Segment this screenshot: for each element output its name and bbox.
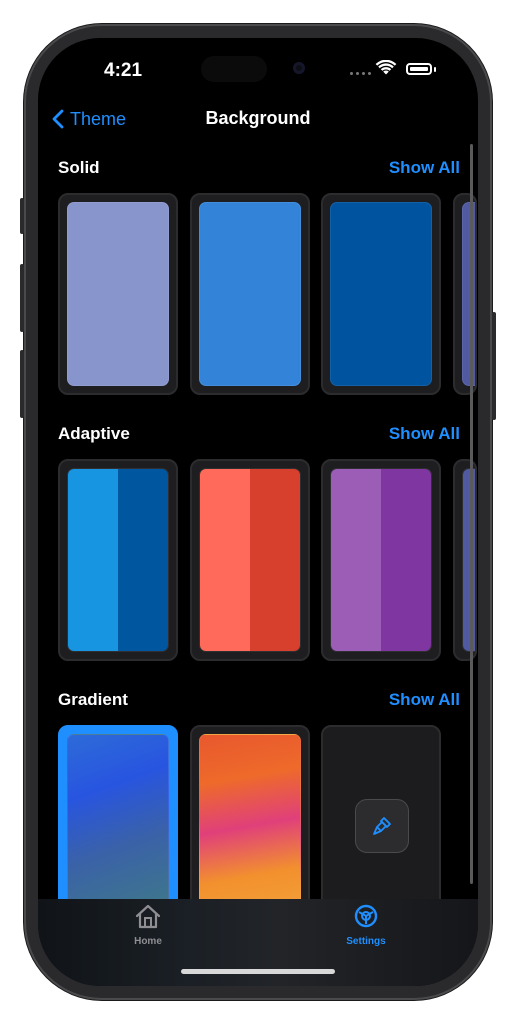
tab-settings[interactable]: Settings	[316, 903, 416, 947]
show-all-adaptive-button[interactable]: Show All	[389, 424, 460, 444]
solid-swatch	[67, 202, 169, 386]
adaptive-card-2[interactable]	[190, 459, 310, 661]
action-button	[20, 198, 24, 234]
camera-icon	[293, 62, 305, 74]
adaptive-card-1[interactable]	[58, 459, 178, 661]
gradient-card-1[interactable]	[58, 725, 178, 927]
gear-icon	[354, 904, 378, 928]
scroll-indicator[interactable]	[470, 144, 473, 884]
solid-card-4[interactable]	[453, 193, 477, 395]
battery-cap	[434, 67, 436, 72]
volume-down-button	[20, 350, 24, 418]
solid-card-1[interactable]	[58, 193, 178, 395]
volume-up-button	[20, 264, 24, 332]
tab-home[interactable]: Home	[98, 903, 198, 947]
adaptive-swatch	[330, 468, 432, 652]
adaptive-swatch	[67, 468, 169, 652]
signal-icon	[350, 72, 371, 75]
solid-swatch	[330, 202, 432, 386]
paintbrush-icon	[373, 817, 391, 835]
section-title-solid: Solid	[58, 158, 100, 177]
home-indicator[interactable]	[181, 969, 335, 974]
dynamic-island	[201, 56, 267, 82]
solid-card-2[interactable]	[190, 193, 310, 395]
show-all-gradient-button[interactable]: Show All	[389, 690, 460, 710]
battery-icon	[406, 63, 432, 75]
show-all-solid-button[interactable]: Show All	[389, 158, 460, 178]
adaptive-swatch	[199, 468, 301, 652]
solid-card-3[interactable]	[321, 193, 441, 395]
gradient-card-2[interactable]	[190, 725, 310, 927]
status-time: 4:21	[104, 60, 143, 81]
wifi-icon	[375, 60, 397, 75]
custom-gradient-card[interactable]	[321, 725, 441, 927]
screen: 4:21 Theme Background Solid Show All Ada…	[38, 38, 478, 986]
section-title-adaptive: Adaptive	[58, 424, 130, 443]
gradient-swatch-sunset	[199, 734, 301, 918]
adaptive-card-3[interactable]	[321, 459, 441, 661]
power-button	[492, 312, 496, 420]
section-title-gradient: Gradient	[58, 690, 128, 709]
adaptive-card-4[interactable]	[453, 459, 477, 661]
solid-swatch	[199, 202, 301, 386]
gradient-swatch-blue	[67, 734, 169, 918]
page-title: Background	[205, 108, 311, 128]
house-icon	[135, 904, 161, 929]
tab-home-label: Home	[134, 936, 162, 947]
tab-settings-label: Settings	[346, 936, 386, 947]
custom-gradient-button[interactable]	[355, 799, 409, 853]
